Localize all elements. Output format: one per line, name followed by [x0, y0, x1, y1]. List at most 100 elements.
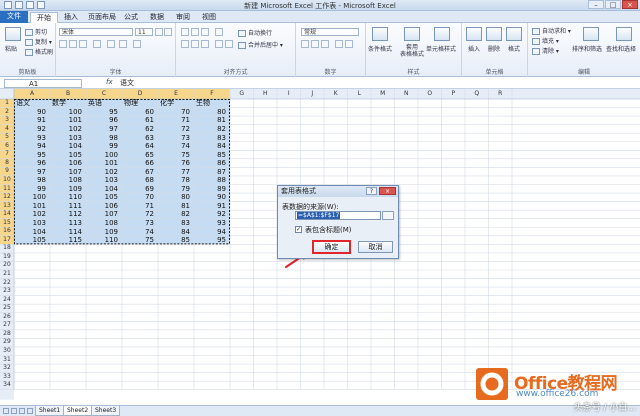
data-cell[interactable]: 103 — [14, 219, 46, 227]
range-picker-icon[interactable] — [382, 211, 394, 220]
data-cell[interactable]: 66 — [122, 159, 154, 167]
data-cell[interactable]: 75 — [158, 151, 190, 159]
first-sheet-icon[interactable] — [3, 408, 9, 414]
row-header-19[interactable]: 19 — [0, 253, 14, 262]
data-cell[interactable]: 109 — [86, 228, 118, 236]
row-header-20[interactable]: 20 — [0, 261, 14, 270]
data-cell[interactable]: 89 — [194, 185, 226, 193]
column-header-c[interactable]: C — [86, 89, 122, 99]
data-cell[interactable]: 64 — [122, 142, 154, 150]
row-header-23[interactable]: 23 — [0, 287, 14, 296]
data-cell[interactable]: 101 — [50, 116, 82, 124]
data-cell[interactable]: 74 — [122, 228, 154, 236]
insert-cells-button[interactable]: 插入 — [468, 44, 480, 53]
find-select-button[interactable]: 查找和选择 — [606, 44, 636, 53]
has-headers-label[interactable]: 表包含标题(M) — [305, 225, 352, 235]
paste-button[interactable]: 粘贴 — [5, 44, 17, 53]
align-center-icon[interactable] — [191, 40, 199, 48]
row-header-15[interactable]: 15 — [0, 219, 14, 228]
data-cell[interactable]: 100 — [14, 193, 46, 201]
row-header-32[interactable]: 32 — [0, 364, 14, 373]
data-cell[interactable]: 95 — [194, 236, 226, 244]
shrink-font-icon[interactable] — [164, 28, 172, 36]
conditional-format-button[interactable]: 条件格式 — [368, 44, 392, 53]
row-header-10[interactable]: 10 — [0, 176, 14, 185]
data-cell[interactable]: 72 — [158, 125, 190, 133]
column-header-h[interactable]: H — [254, 89, 278, 99]
bold-icon[interactable] — [59, 40, 67, 48]
data-cell[interactable]: 79 — [158, 185, 190, 193]
data-cell[interactable]: 98 — [86, 134, 118, 142]
row-header-33[interactable]: 33 — [0, 373, 14, 382]
data-cell[interactable]: 73 — [122, 219, 154, 227]
data-cell[interactable]: 104 — [86, 185, 118, 193]
insert-function-icon[interactable]: fx — [106, 78, 113, 86]
row-header-29[interactable]: 29 — [0, 338, 14, 347]
column-header-d[interactable]: D — [122, 89, 158, 99]
align-left-icon[interactable] — [181, 40, 189, 48]
cell-styles-icon[interactable] — [434, 27, 450, 41]
data-cell[interactable]: 60 — [122, 108, 154, 116]
dialog-help-button[interactable]: ? — [366, 187, 377, 195]
data-cell[interactable]: 108 — [86, 219, 118, 227]
data-cell[interactable]: 92 — [14, 125, 46, 133]
data-cell[interactable]: 80 — [194, 108, 226, 116]
data-cell[interactable]: 73 — [158, 134, 190, 142]
data-cell[interactable]: 110 — [86, 236, 118, 244]
delete-cells-button[interactable]: 删除 — [488, 44, 500, 53]
data-cell[interactable]: 88 — [194, 176, 226, 184]
italic-icon[interactable] — [69, 40, 77, 48]
row-header-9[interactable]: 9 — [0, 167, 14, 176]
column-header-m[interactable]: M — [371, 89, 395, 99]
row-header-25[interactable]: 25 — [0, 304, 14, 313]
column-header-f[interactable]: F — [194, 89, 230, 99]
range-input[interactable]: =$A$1:$F$17 — [295, 211, 381, 220]
tab-home[interactable]: 开始 — [30, 12, 58, 23]
data-cell[interactable]: 65 — [122, 151, 154, 159]
data-cell[interactable]: 83 — [158, 219, 190, 227]
row-header-26[interactable]: 26 — [0, 313, 14, 322]
data-cell[interactable]: 100 — [86, 151, 118, 159]
data-cell[interactable]: 85 — [194, 151, 226, 159]
cell-styles-button[interactable]: 单元格样式 — [426, 44, 456, 53]
dialog-close-button[interactable]: × — [379, 187, 396, 195]
row-header-8[interactable]: 8 — [0, 159, 14, 168]
data-cell[interactable]: 83 — [194, 134, 226, 142]
data-cell[interactable]: 71 — [122, 202, 154, 210]
autosum-button[interactable]: 自动求和 ▾ — [532, 26, 571, 35]
cancel-button[interactable]: 取消 — [358, 241, 393, 253]
format-painter-button[interactable]: 格式刷 — [25, 47, 53, 56]
sort-filter-button[interactable]: 排序和筛选 — [572, 44, 602, 53]
data-cell[interactable]: 86 — [194, 159, 226, 167]
data-cell[interactable]: 102 — [86, 168, 118, 176]
data-cell[interactable]: 81 — [158, 202, 190, 210]
formula-input[interactable]: 语文 — [120, 78, 134, 88]
row-header-6[interactable]: 6 — [0, 142, 14, 151]
data-cell[interactable]: 71 — [158, 116, 190, 124]
font-color-icon[interactable] — [119, 40, 127, 48]
column-header-r[interactable]: R — [489, 89, 513, 99]
data-cell[interactable]: 76 — [158, 159, 190, 167]
font-name-select[interactable]: 宋体 — [59, 28, 133, 36]
data-cell[interactable]: 82 — [158, 210, 190, 218]
data-cell[interactable]: 94 — [194, 228, 226, 236]
data-cell[interactable]: 104 — [50, 142, 82, 150]
data-cell[interactable]: 63 — [122, 134, 154, 142]
clear-button[interactable]: 清除 ▾ — [532, 46, 559, 55]
insert-sheet-icon[interactable] — [121, 406, 127, 412]
data-cell[interactable]: 103 — [50, 134, 82, 142]
data-cell[interactable]: 84 — [194, 142, 226, 150]
data-cell[interactable]: 97 — [86, 125, 118, 133]
cut-button[interactable]: 剪切 — [25, 27, 47, 36]
data-cell[interactable]: 97 — [14, 168, 46, 176]
data-cell[interactable]: 91 — [194, 202, 226, 210]
row-header-11[interactable]: 11 — [0, 185, 14, 194]
row-header-22[interactable]: 22 — [0, 279, 14, 288]
fill-color-icon[interactable] — [107, 40, 115, 48]
delete-cells-icon[interactable] — [486, 27, 502, 41]
tab-formulas[interactable]: 公式 — [118, 12, 144, 23]
data-cell[interactable]: 105 — [50, 151, 82, 159]
fill-button[interactable]: 填充 ▾ — [532, 36, 559, 45]
indent-decrease-icon[interactable] — [215, 40, 223, 48]
data-cell[interactable]: 100 — [50, 108, 82, 116]
